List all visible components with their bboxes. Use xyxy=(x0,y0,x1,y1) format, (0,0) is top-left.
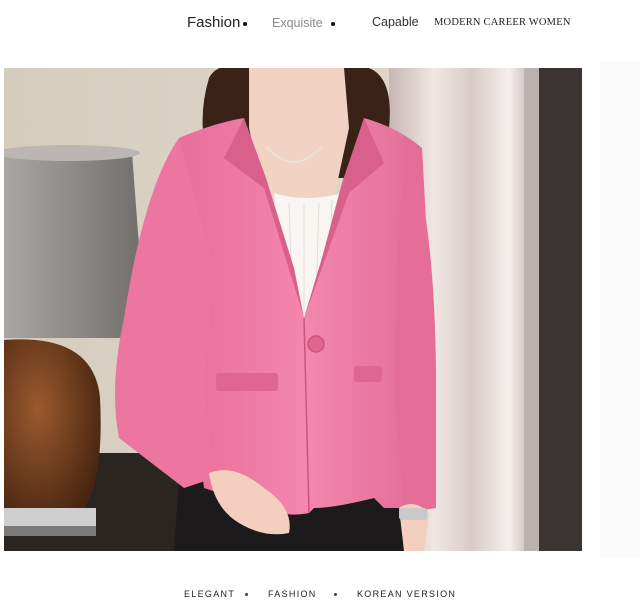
footer-word-elegant: ELEGANT xyxy=(184,589,236,599)
header-word-exquisite: Exquisite xyxy=(272,16,323,30)
bullet-dot xyxy=(245,593,248,596)
pocket-flap-left xyxy=(216,373,278,391)
side-margin xyxy=(600,62,640,558)
bullet-dot xyxy=(243,22,247,26)
pocket-flap-right xyxy=(354,366,382,382)
bullet-dot xyxy=(331,22,335,26)
lamp-shade xyxy=(4,153,146,338)
header-word-modern-career-women: MODERN CAREER WOMEN xyxy=(434,17,571,28)
wristwatch xyxy=(399,508,427,520)
blazer-button xyxy=(307,335,325,353)
header-word-fashion: Fashion xyxy=(187,14,241,31)
lamp-base xyxy=(4,339,101,513)
footer-bar: ELEGANT FASHION KOREAN VERSION xyxy=(0,576,640,616)
window-frame xyxy=(539,68,582,551)
header-word-capable: Capable xyxy=(372,15,419,29)
header-bar: Fashion Exquisite Capable MODERN CAREER … xyxy=(0,0,640,60)
bullet-dot xyxy=(334,593,337,596)
footer-word-korean-version: KOREAN VERSION xyxy=(357,589,457,599)
footer-word-fashion: FASHION xyxy=(268,589,317,599)
product-photo xyxy=(4,68,582,551)
